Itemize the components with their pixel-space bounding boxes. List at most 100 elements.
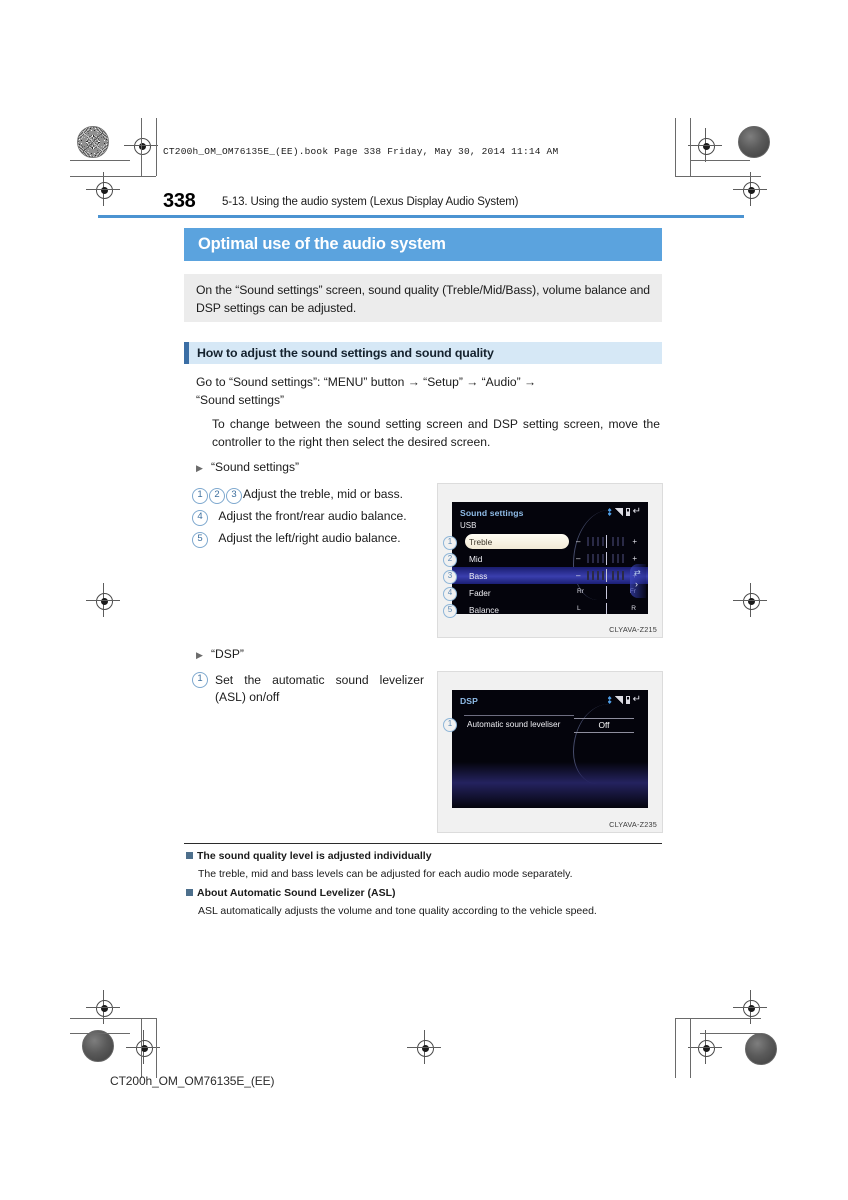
crop-line bbox=[141, 1018, 142, 1078]
meter-minus-label: – bbox=[576, 554, 581, 563]
figure-caption: CLYAVA-Z235 bbox=[609, 820, 657, 829]
solid-dot-mark-bottom-right bbox=[745, 1033, 777, 1065]
figure-sound-settings: Sound settings USB ↵ Treble – + Mid – + … bbox=[437, 483, 663, 638]
screen-glow bbox=[452, 762, 648, 808]
callout-number: 1 bbox=[192, 672, 208, 688]
swap-icon: ⇄ bbox=[634, 568, 641, 577]
figure-caption: CLYAVA-Z215 bbox=[609, 625, 657, 634]
header-rule bbox=[98, 215, 744, 218]
chapter-title: 5-13. Using the audio system (Lexus Disp… bbox=[222, 196, 519, 208]
sub-section-banner: How to adjust the sound settings and sou… bbox=[184, 342, 662, 364]
screen-title: Sound settings bbox=[460, 508, 524, 518]
row-label: Balance bbox=[469, 605, 499, 614]
crop-line bbox=[700, 1033, 760, 1034]
crop-line bbox=[675, 176, 761, 177]
solid-dot-mark-bottom-left bbox=[82, 1030, 114, 1062]
row-label: Mid bbox=[469, 554, 483, 564]
sound-row-treble[interactable]: Treble – + bbox=[452, 533, 648, 550]
sound-row-mid[interactable]: Mid – + bbox=[452, 550, 648, 567]
chevron-right-icon: › bbox=[635, 579, 638, 589]
row-label: Bass bbox=[469, 571, 488, 581]
crosshair-mark-bottom-center bbox=[407, 1030, 441, 1064]
crop-line bbox=[70, 176, 156, 177]
figure-callout: 1 bbox=[443, 718, 457, 732]
crop-line bbox=[675, 1018, 761, 1019]
level-meter[interactable]: – + bbox=[575, 569, 638, 582]
back-icon: ↵ bbox=[632, 694, 641, 705]
dsp-row-label: Automatic sound leveliser bbox=[467, 720, 561, 729]
page-number: 338 bbox=[163, 190, 196, 212]
crosshair-mark-top-left-2 bbox=[86, 172, 120, 206]
crop-line bbox=[141, 118, 142, 176]
row-label: Treble bbox=[469, 537, 493, 547]
crosshair-mark-left-middle bbox=[86, 583, 120, 617]
list-item-label: Adjust the front/rear audio balance. bbox=[218, 509, 407, 523]
crop-line bbox=[675, 118, 676, 176]
figure-callout: 5 bbox=[443, 604, 457, 618]
starburst-mark-top-left bbox=[77, 126, 109, 158]
note-heading: The sound quality level is adjusted indi… bbox=[186, 850, 432, 862]
callout-number: 1 bbox=[192, 488, 208, 504]
sub-banner-tab bbox=[184, 342, 189, 364]
screen-source-label: USB bbox=[460, 521, 477, 530]
list-item: 5 Adjust the left/right audio balance. bbox=[192, 530, 401, 548]
crosshair-mark-right-middle bbox=[733, 583, 767, 617]
note-heading-text: The sound quality level is adjusted indi… bbox=[197, 850, 432, 862]
navigation-path: Go to “Sound settings”: “MENU” button → … bbox=[196, 373, 648, 409]
status-icon-group: ↵ bbox=[607, 694, 641, 705]
triangle-bullet-icon: ▶ bbox=[196, 463, 203, 473]
solid-dot-mark-top-right bbox=[738, 126, 770, 158]
list-item: 1 2 3 Adjust the treble, mid or bass. bbox=[192, 486, 403, 504]
crosshair-mark-bottom-left-2 bbox=[126, 1030, 160, 1064]
crop-line bbox=[156, 118, 157, 176]
note-heading-text: About Automatic Sound Levelizer (ASL) bbox=[197, 887, 396, 899]
crosshair-mark-top-right-2 bbox=[733, 172, 767, 206]
intro-text: On the “Sound settings” screen, sound qu… bbox=[196, 283, 650, 315]
list-item-label: Set the automatic sound levelizer (ASL) … bbox=[215, 673, 424, 704]
crop-line bbox=[690, 1018, 691, 1078]
square-bullet-icon bbox=[186, 889, 193, 896]
meter-left-label: Rr bbox=[577, 588, 584, 595]
level-meter[interactable]: – + bbox=[575, 552, 638, 565]
figure-callout: 3 bbox=[443, 570, 457, 584]
crop-line bbox=[70, 160, 130, 161]
note-text: The treble, mid and bass levels can be a… bbox=[198, 868, 573, 880]
subhead-sound-settings: “Sound settings” bbox=[211, 460, 300, 474]
level-meter[interactable]: Rr Fr bbox=[575, 586, 638, 599]
crop-line bbox=[690, 118, 691, 176]
triangle-bullet-icon: ▶ bbox=[196, 650, 203, 660]
callout-number: 5 bbox=[192, 532, 208, 548]
crop-line bbox=[70, 1018, 156, 1019]
crop-line bbox=[690, 160, 750, 161]
navigation-path-line2: “Sound settings” bbox=[196, 393, 285, 407]
sound-row-balance[interactable]: Balance L R bbox=[452, 601, 648, 614]
meter-right-label: R bbox=[631, 605, 636, 612]
screen-switch-widget[interactable]: ⇄ › bbox=[630, 564, 646, 598]
section-banner: Optimal use of the audio system bbox=[184, 228, 662, 261]
figure-dsp: DSP ↵ Automatic sound leveliser Off 1 CL… bbox=[437, 671, 663, 833]
signal-icon bbox=[614, 696, 623, 704]
meter-left-label: L bbox=[577, 605, 581, 612]
meter-minus-label: – bbox=[576, 571, 581, 580]
navigation-path-line1: Go to “Sound settings”: “MENU” button → … bbox=[196, 375, 537, 389]
level-meter[interactable]: L R bbox=[575, 603, 638, 614]
square-bullet-icon bbox=[186, 852, 193, 859]
list-item-label: Adjust the left/right audio balance. bbox=[218, 531, 401, 545]
manual-page: CT200h_OM_OM76135E_(EE).book Page 338 Fr… bbox=[0, 0, 848, 1200]
crop-line bbox=[675, 1018, 676, 1078]
callout-number: 2 bbox=[209, 488, 225, 504]
meter-plus-label: + bbox=[632, 537, 637, 546]
sound-row-bass[interactable]: Bass – + bbox=[452, 567, 648, 584]
meter-minus-label: – bbox=[576, 537, 581, 546]
screen-change-note: To change between the sound setting scre… bbox=[212, 417, 660, 449]
dsp-screen: DSP ↵ Automatic sound leveliser Off bbox=[452, 690, 648, 808]
sound-row-fader[interactable]: Fader Rr Fr bbox=[452, 584, 648, 601]
figure-callout: 1 bbox=[443, 536, 457, 550]
callout-number: 4 bbox=[192, 510, 208, 526]
note-text: ASL automatically adjusts the volume and… bbox=[198, 905, 597, 917]
sub-section-title: How to adjust the sound settings and sou… bbox=[197, 346, 494, 360]
asl-toggle-button[interactable]: Off bbox=[574, 718, 634, 733]
note-heading: About Automatic Sound Levelizer (ASL) bbox=[186, 887, 396, 899]
subhead-dsp: “DSP” bbox=[211, 647, 244, 661]
level-meter[interactable]: – + bbox=[575, 535, 638, 548]
